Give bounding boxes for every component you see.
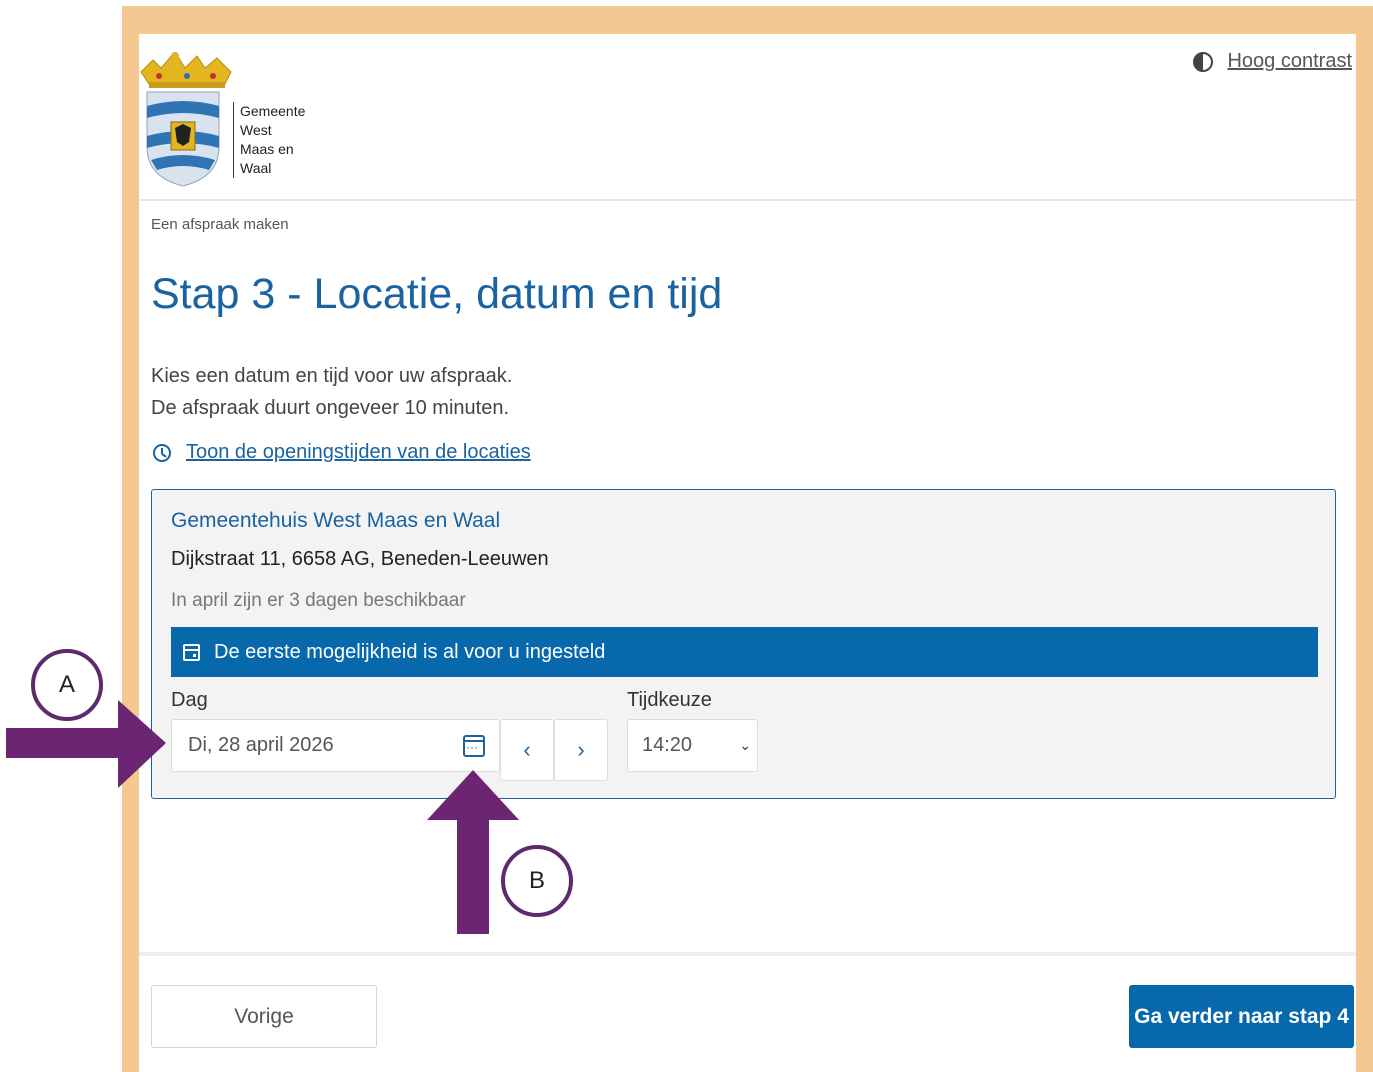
annotation-arrow-b (427, 770, 519, 934)
date-value: Di, 28 april 2026 (188, 734, 334, 756)
info-banner: De eerste mogelijkheid is al voor u inge… (171, 627, 1318, 677)
next-step-button[interactable]: Ga verder naar stap 4 (1129, 985, 1354, 1048)
opening-hours-link[interactable]: Toon de openingstijden van de locaties (153, 441, 531, 464)
time-value: 14:20 (642, 734, 693, 756)
location-name: Gemeentehuis West Maas en Waal (171, 509, 501, 532)
calendar-picker-icon[interactable] (463, 735, 485, 757)
chevron-down-icon: ⌄ (739, 737, 751, 753)
next-day-button[interactable]: › (554, 719, 608, 781)
annotation-marker-a: A (31, 649, 103, 721)
location-address: Dijkstraat 11, 6658 AG, Beneden-Leeuwen (171, 548, 549, 570)
contrast-icon (1193, 51, 1214, 72)
day-label: Dag (171, 689, 208, 711)
annotation-marker-b: B (501, 845, 573, 917)
high-contrast-label: Hoog contrast (1227, 50, 1352, 72)
page-title: Stap 3 - Locatie, datum en tijd (151, 270, 723, 318)
opening-hours-label: Toon de openingstijden van de locaties (186, 441, 531, 463)
availability-text: In april zijn er 3 dagen beschikbaar (171, 590, 466, 611)
logo-text-line: Waal (240, 160, 272, 176)
header: Gemeente West Maas en Waal Hoog contrast (139, 34, 1356, 201)
calendar-icon (183, 643, 200, 661)
footer: Vorige Ga verder naar stap 4 (139, 952, 1356, 1072)
time-select[interactable]: 14:20 ⌄ (627, 719, 758, 772)
intro-line: Kies een datum en tijd voor uw afspraak. (151, 365, 513, 387)
high-contrast-link[interactable]: Hoog contrast (1193, 50, 1352, 73)
previous-button[interactable]: Vorige (151, 985, 377, 1048)
clock-icon (153, 443, 171, 462)
intro-line: De afspraak duurt ongeveer 10 minuten. (151, 397, 509, 419)
logo-text: Gemeente West Maas en Waal (233, 102, 305, 178)
logo-text-line: Gemeente (240, 103, 306, 119)
intro-text: Kies een datum en tijd voor uw afspraak.… (151, 360, 512, 424)
time-label: Tijdkeuze (627, 689, 712, 711)
breadcrumb: Een afspraak maken (151, 216, 289, 233)
municipality-logo (140, 52, 232, 187)
page: Gemeente West Maas en Waal Hoog contrast… (139, 34, 1356, 1072)
location-panel: Gemeentehuis West Maas en Waal Dijkstraa… (151, 489, 1336, 799)
logo-text-line: West (240, 122, 272, 138)
banner-text: De eerste mogelijkheid is al voor u inge… (214, 640, 606, 663)
logo-text-line: Maas en (240, 141, 294, 157)
date-input[interactable]: Di, 28 april 2026 (171, 719, 500, 772)
